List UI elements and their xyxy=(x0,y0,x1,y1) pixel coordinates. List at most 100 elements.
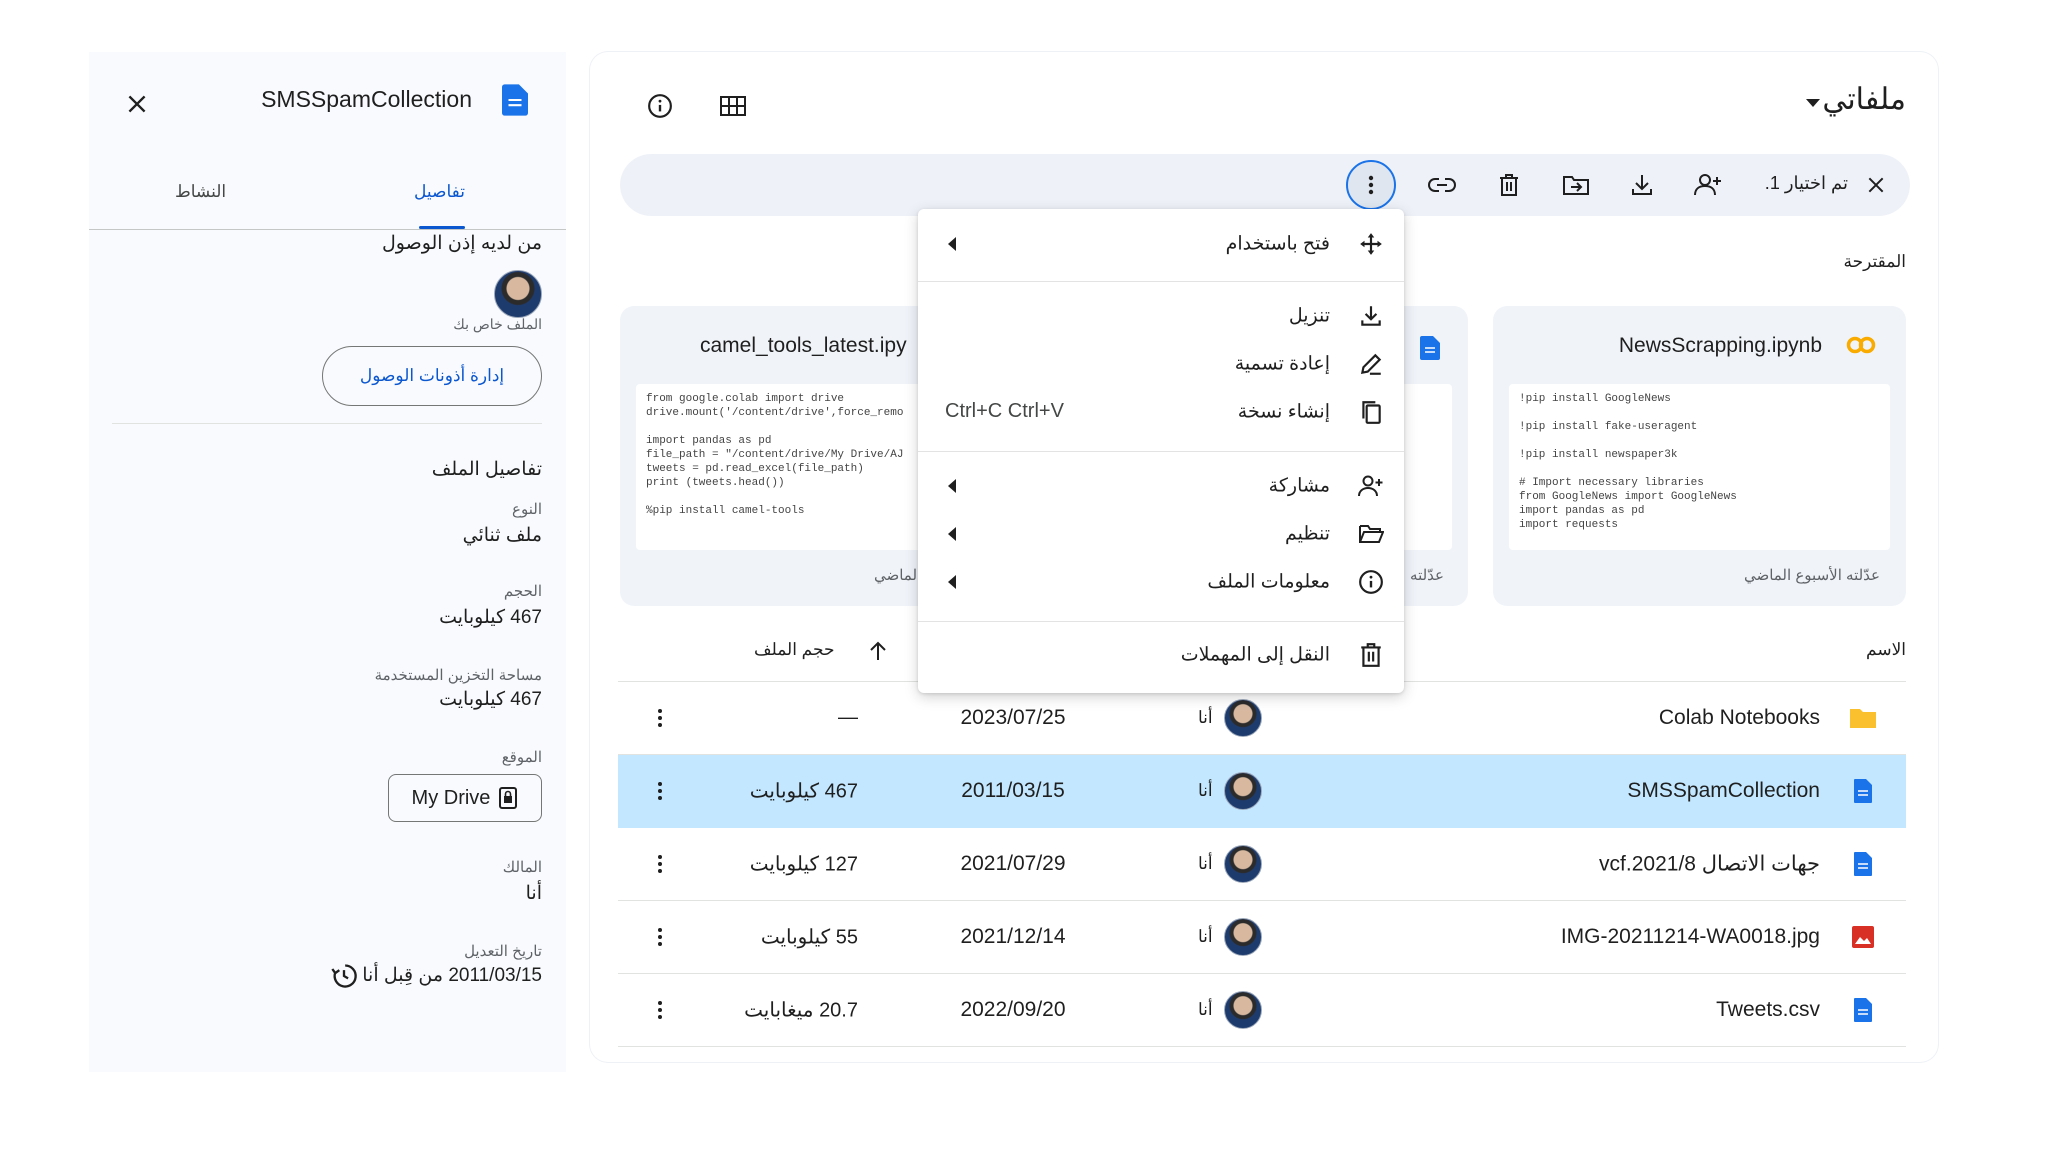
card-title: NewsScrapping.ipynb xyxy=(1618,334,1822,357)
more-actions-button[interactable] xyxy=(1346,160,1396,210)
card-preview: !pip install GoogleNews !pip install fak… xyxy=(1509,384,1890,550)
submenu-arrow-icon xyxy=(948,575,956,589)
share-button[interactable] xyxy=(1688,165,1728,205)
modified-date: 2011/03/15 xyxy=(961,779,1065,802)
move-button[interactable] xyxy=(1556,165,1596,205)
file-size: 20.7 ميغابايت xyxy=(744,999,858,1022)
image-icon xyxy=(1852,926,1874,948)
menu-label: تنظيم xyxy=(1285,523,1330,545)
column-header-size[interactable]: حجم الملف xyxy=(754,640,834,660)
move-to-folder-icon xyxy=(1563,176,1589,195)
link-icon xyxy=(1428,178,1456,192)
menu-label: مشاركة xyxy=(1268,475,1330,497)
more-vert-icon[interactable] xyxy=(648,925,672,949)
modified-date: 2022/09/20 xyxy=(960,998,1066,1021)
card-footer: الماضي xyxy=(874,567,922,584)
table-row[interactable]: Tweets.csv أنا 2022/09/20 20.7 ميغابايت xyxy=(618,974,1906,1047)
download-button[interactable] xyxy=(1622,165,1662,205)
modified-date: 2023/07/25 xyxy=(960,706,1066,729)
file-details-heading: تفاصيل الملف xyxy=(431,459,542,480)
submenu-arrow-icon xyxy=(948,479,956,493)
menu-item-move-to-trash[interactable]: النقل إلى المهملات xyxy=(918,632,1404,678)
more-vert-icon[interactable] xyxy=(648,706,672,730)
add-person-icon xyxy=(1358,475,1383,497)
page-title: ملفاتي xyxy=(1822,83,1906,116)
location-chip[interactable]: My Drive xyxy=(388,774,542,822)
menu-divider xyxy=(918,621,1404,622)
download-icon xyxy=(1632,175,1652,195)
table-row[interactable]: جهات الاتصال 2021/8.vcf أنا 2021/07/29 1… xyxy=(618,828,1906,901)
card-footer: عدّلته الأسبوع الماضي xyxy=(1743,567,1880,584)
section-divider xyxy=(112,423,542,424)
field-size-label: الحجم xyxy=(503,583,542,600)
manage-access-label: إدارة أذونات الوصول xyxy=(359,366,505,385)
code-line: !pip install GoogleNews xyxy=(1519,393,1671,405)
avatar xyxy=(1224,845,1262,883)
info-icon xyxy=(648,94,672,118)
details-panel: SMSSpamCollection تفاصيل النشاط من لديه … xyxy=(89,52,599,1072)
file-size: — xyxy=(838,706,858,729)
menu-item-organize[interactable]: تنظيم xyxy=(918,511,1404,557)
modified-date: 2021/12/14 xyxy=(960,925,1066,948)
submenu-arrow-icon xyxy=(948,527,956,541)
folder-icon xyxy=(1850,709,1876,728)
owner: أنا xyxy=(1198,708,1213,727)
menu-item-file-info[interactable]: معلومات الملف xyxy=(918,559,1404,605)
menu-item-share[interactable]: مشاركة xyxy=(918,463,1404,509)
more-vert-icon[interactable] xyxy=(648,779,672,803)
menu-label: معلومات الملف xyxy=(1207,571,1330,593)
grid-view-button[interactable] xyxy=(713,86,753,126)
suggested-card[interactable]: NewsScrapping.ipynb !pip install GoogleN… xyxy=(1493,306,1906,606)
drive-icon xyxy=(499,787,518,809)
more-vert-icon[interactable] xyxy=(648,998,672,1022)
menu-item-make-copy[interactable]: إنشاء نسخة Ctrl+C Ctrl+V xyxy=(918,389,1404,435)
file-size: 55 كيلوبايت xyxy=(760,926,858,949)
avatar xyxy=(1224,918,1262,956)
details-file-title: SMSSpamCollection xyxy=(261,86,472,112)
selection-count: تم اختيار 1. xyxy=(1764,173,1848,193)
file-name: جهات الاتصال 2021/8.vcf xyxy=(1599,852,1820,876)
more-vert-icon[interactable] xyxy=(648,852,672,876)
trash-icon xyxy=(1500,174,1518,196)
grid-view-icon xyxy=(720,96,746,116)
field-modified-value: 2011/03/15 من قِبل أنا xyxy=(362,965,542,986)
menu-item-open-with[interactable]: فتح باستخدام xyxy=(918,221,1404,267)
close-details-button[interactable] xyxy=(117,84,157,124)
field-modified-label: تاريخ التعديل xyxy=(464,943,542,960)
clear-selection-button[interactable] xyxy=(1856,165,1896,205)
code-line: # Import necessary libraries xyxy=(1519,477,1704,489)
add-person-icon xyxy=(1694,174,1721,196)
file-name: IMG-20211214-WA0018.jpg xyxy=(1560,925,1820,948)
table-row[interactable]: SMSSpamCollection أنا 2011/03/15 467 كيل… xyxy=(618,755,1906,828)
field-owner-label: المالك xyxy=(502,859,542,876)
access-heading: من لديه إذن الوصول xyxy=(381,233,542,254)
file-size: 467 كيلوبايت xyxy=(749,780,858,803)
code-line: from GoogleNews import GoogleNews xyxy=(1519,491,1737,503)
file-name: SMSSpamCollection xyxy=(1627,779,1820,802)
chevron-down-icon[interactable] xyxy=(1805,98,1821,108)
private-note: الملف خاص بك xyxy=(453,316,542,332)
info-icon xyxy=(1359,570,1383,594)
delete-button[interactable] xyxy=(1489,165,1529,205)
menu-item-download[interactable]: تنزيل xyxy=(918,293,1404,339)
field-location-label: الموقع xyxy=(501,749,542,766)
arrow-up-icon[interactable] xyxy=(868,640,888,662)
close-icon xyxy=(1868,177,1884,193)
code-line: import requests xyxy=(1519,519,1619,531)
menu-label: فتح باستخدام xyxy=(1225,233,1330,255)
info-button[interactable] xyxy=(640,86,680,126)
tab-details[interactable]: تفاصيل xyxy=(414,182,465,202)
manage-access-button[interactable]: إدارة أذونات الوصول xyxy=(322,346,542,406)
field-owner-value: أنا xyxy=(525,883,542,904)
owner: أنا xyxy=(1198,1000,1213,1019)
menu-item-rename[interactable]: إعادة تسمية xyxy=(918,341,1404,387)
table-row[interactable]: IMG-20211214-WA0018.jpg أنا 2021/12/14 5… xyxy=(618,901,1906,974)
card-title: camel_tools_latest.ipy xyxy=(700,334,907,357)
menu-label: إعادة تسمية xyxy=(1234,353,1330,375)
copy-link-button[interactable] xyxy=(1422,165,1462,205)
tab-activity[interactable]: النشاط xyxy=(175,182,226,202)
card-footer: عدّلته xyxy=(1410,567,1444,584)
column-header-name[interactable]: الاسم xyxy=(1866,640,1906,660)
menu-shortcut: Ctrl+C Ctrl+V xyxy=(945,400,1064,422)
